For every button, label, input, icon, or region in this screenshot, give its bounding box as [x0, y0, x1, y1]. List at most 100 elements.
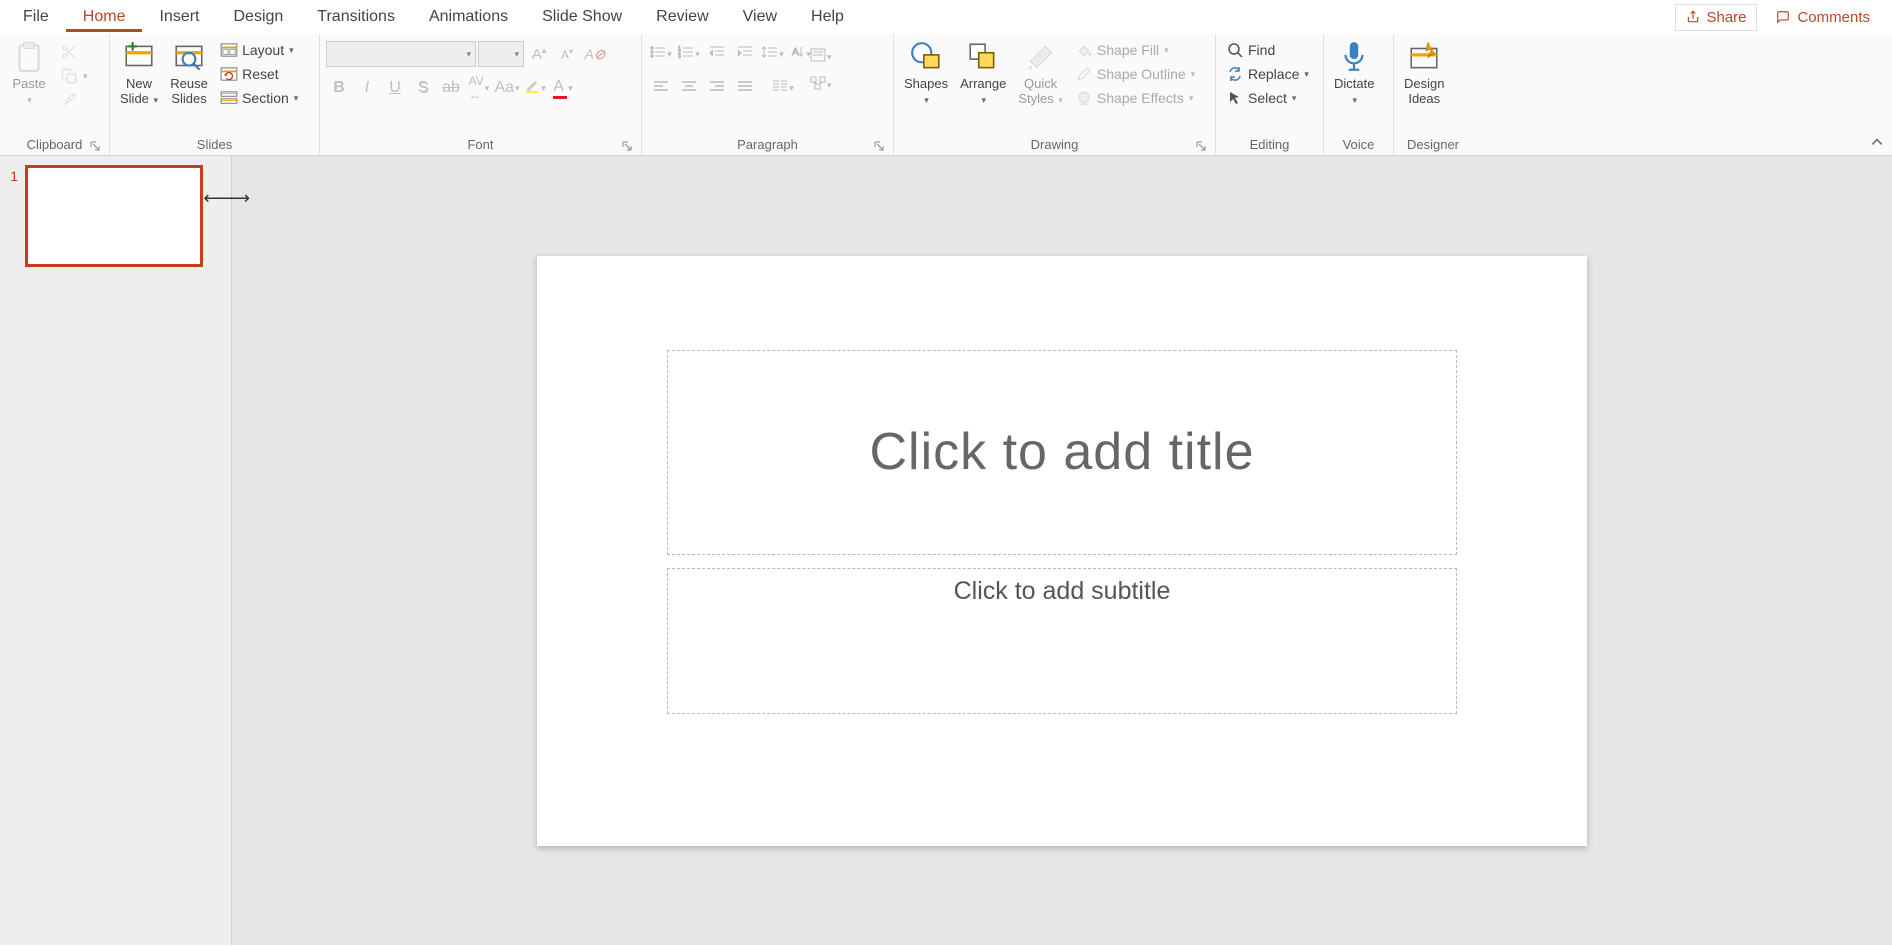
- decrease-indent-button[interactable]: [704, 41, 730, 67]
- arrange-icon: [965, 39, 1001, 75]
- tab-design[interactable]: Design: [216, 2, 300, 32]
- align-right-icon: [709, 79, 725, 97]
- shapes-icon: [908, 39, 944, 75]
- change-case-button[interactable]: Aa▾: [494, 75, 520, 101]
- strikethrough-button[interactable]: ab: [438, 75, 464, 101]
- find-button[interactable]: Find: [1222, 39, 1313, 61]
- quick-styles-label: Quick Styles: [1018, 76, 1057, 106]
- title-placeholder[interactable]: Click to add title: [667, 350, 1457, 555]
- format-painter-button[interactable]: [56, 89, 92, 111]
- chevron-down-icon: ▾: [83, 71, 88, 82]
- strikethrough-icon: ab: [442, 79, 460, 97]
- select-button[interactable]: Select▾: [1222, 87, 1313, 109]
- shadow-button[interactable]: S: [410, 75, 436, 101]
- paragraph-dialog-launcher[interactable]: [873, 140, 885, 152]
- justify-button[interactable]: [732, 75, 758, 101]
- text-direction-icon: A: [791, 45, 805, 64]
- highlight-button[interactable]: ▾: [522, 75, 548, 101]
- shapes-button[interactable]: Shapes▾: [900, 37, 952, 109]
- drawing-group-label: Drawing: [1031, 137, 1079, 152]
- subtitle-placeholder-text: Click to add subtitle: [954, 577, 1171, 606]
- align-center-icon: [681, 79, 697, 97]
- bold-button[interactable]: B: [326, 75, 352, 101]
- font-dialog-launcher[interactable]: [621, 140, 633, 152]
- tab-insert[interactable]: Insert: [142, 2, 216, 32]
- decrease-font-icon: A▾: [561, 47, 573, 62]
- drawing-dialog-launcher[interactable]: [1195, 140, 1207, 152]
- smartart-button[interactable]: ▾: [810, 72, 832, 98]
- increase-font-icon: A▴: [532, 45, 547, 63]
- design-ideas-label: Design Ideas: [1404, 77, 1444, 107]
- slides-group-label: Slides: [116, 135, 313, 155]
- new-slide-button[interactable]: New Slide ▾: [116, 37, 162, 109]
- thumbnail-pane[interactable]: 1 ⟵⟶: [0, 156, 232, 945]
- align-right-button[interactable]: [704, 75, 730, 101]
- tab-review[interactable]: Review: [639, 2, 725, 32]
- tab-file[interactable]: File: [6, 2, 66, 32]
- comments-button[interactable]: Comments: [1765, 5, 1880, 30]
- chevron-down-icon: ▾: [1292, 93, 1297, 104]
- shape-fill-button[interactable]: Shape Fill▾: [1071, 39, 1199, 61]
- paste-button[interactable]: Paste▾: [6, 37, 52, 109]
- scissors-icon: [60, 43, 78, 61]
- tab-slideshow[interactable]: Slide Show: [525, 2, 639, 32]
- new-slide-icon: [121, 39, 157, 75]
- line-spacing-button[interactable]: ▾: [760, 41, 786, 67]
- bullets-button[interactable]: ▾: [648, 41, 674, 67]
- share-label: Share: [1706, 9, 1746, 26]
- clipboard-group-label: Clipboard: [27, 137, 83, 152]
- chevron-down-icon: ▾: [924, 95, 929, 105]
- cut-button[interactable]: [56, 41, 92, 63]
- italic-button[interactable]: I: [354, 75, 380, 101]
- replace-button[interactable]: Replace▾: [1222, 63, 1313, 85]
- tab-help[interactable]: Help: [794, 2, 861, 32]
- increase-font-button[interactable]: A▴: [526, 41, 552, 67]
- tab-transitions[interactable]: Transitions: [300, 2, 412, 32]
- dictate-button[interactable]: Dictate▾: [1330, 37, 1378, 109]
- char-spacing-button[interactable]: AV↔▾: [466, 75, 492, 101]
- canvas-area[interactable]: Click to add title Click to add subtitle: [232, 156, 1892, 945]
- chevron-down-icon: ▾: [1189, 93, 1194, 104]
- align-text-button[interactable]: ▾: [810, 44, 832, 70]
- decrease-font-button[interactable]: A▾: [554, 41, 580, 67]
- columns-button[interactable]: ▾: [770, 75, 796, 101]
- quick-styles-button[interactable]: Quick Styles ▾: [1014, 37, 1067, 109]
- clipboard-dialog-launcher[interactable]: [89, 140, 101, 152]
- menu-tabs: File Home Insert Design Transitions Anim…: [0, 0, 1892, 34]
- slide-canvas[interactable]: Click to add title Click to add subtitle: [537, 256, 1587, 846]
- arrange-button[interactable]: Arrange▾: [956, 37, 1010, 109]
- underline-button[interactable]: U: [382, 75, 408, 101]
- title-placeholder-text: Click to add title: [869, 422, 1254, 482]
- share-button[interactable]: Share: [1675, 4, 1757, 31]
- subtitle-placeholder[interactable]: Click to add subtitle: [667, 568, 1457, 714]
- reuse-slides-button[interactable]: Reuse Slides: [166, 37, 212, 109]
- design-ideas-button[interactable]: Design Ideas: [1400, 37, 1448, 109]
- tab-view[interactable]: View: [726, 2, 794, 32]
- increase-indent-button[interactable]: [732, 41, 758, 67]
- chevron-down-icon: ▾: [515, 83, 520, 94]
- font-name-combo[interactable]: ▾: [326, 41, 476, 67]
- chevron-down-icon: ▾: [981, 95, 986, 105]
- reset-button[interactable]: Reset: [216, 63, 302, 85]
- font-color-button[interactable]: A▾: [550, 75, 576, 101]
- numbering-button[interactable]: 123▾: [676, 41, 702, 67]
- find-label: Find: [1248, 42, 1275, 58]
- quick-styles-icon: [1023, 39, 1059, 75]
- cursor-icon: [1226, 89, 1244, 107]
- tab-home[interactable]: Home: [66, 2, 143, 32]
- tab-animations[interactable]: Animations: [412, 2, 525, 32]
- section-button[interactable]: Section▾: [216, 87, 302, 109]
- copy-button[interactable]: ▾: [56, 65, 92, 87]
- shape-outline-button[interactable]: Shape Outline▾: [1071, 63, 1199, 85]
- font-size-combo[interactable]: ▾: [478, 41, 524, 67]
- shape-effects-button[interactable]: Shape Effects▾: [1071, 87, 1199, 109]
- align-center-button[interactable]: [676, 75, 702, 101]
- numbering-icon: 123: [678, 45, 694, 64]
- clear-formatting-button[interactable]: A⊘: [582, 41, 608, 67]
- collapse-ribbon-button[interactable]: [1870, 135, 1888, 153]
- layout-button[interactable]: Layout▾: [216, 39, 302, 61]
- slide-thumbnail-1[interactable]: [26, 166, 202, 266]
- align-left-button[interactable]: [648, 75, 674, 101]
- chevron-down-icon: ▾: [514, 49, 519, 60]
- chevron-down-icon: ▾: [779, 49, 784, 60]
